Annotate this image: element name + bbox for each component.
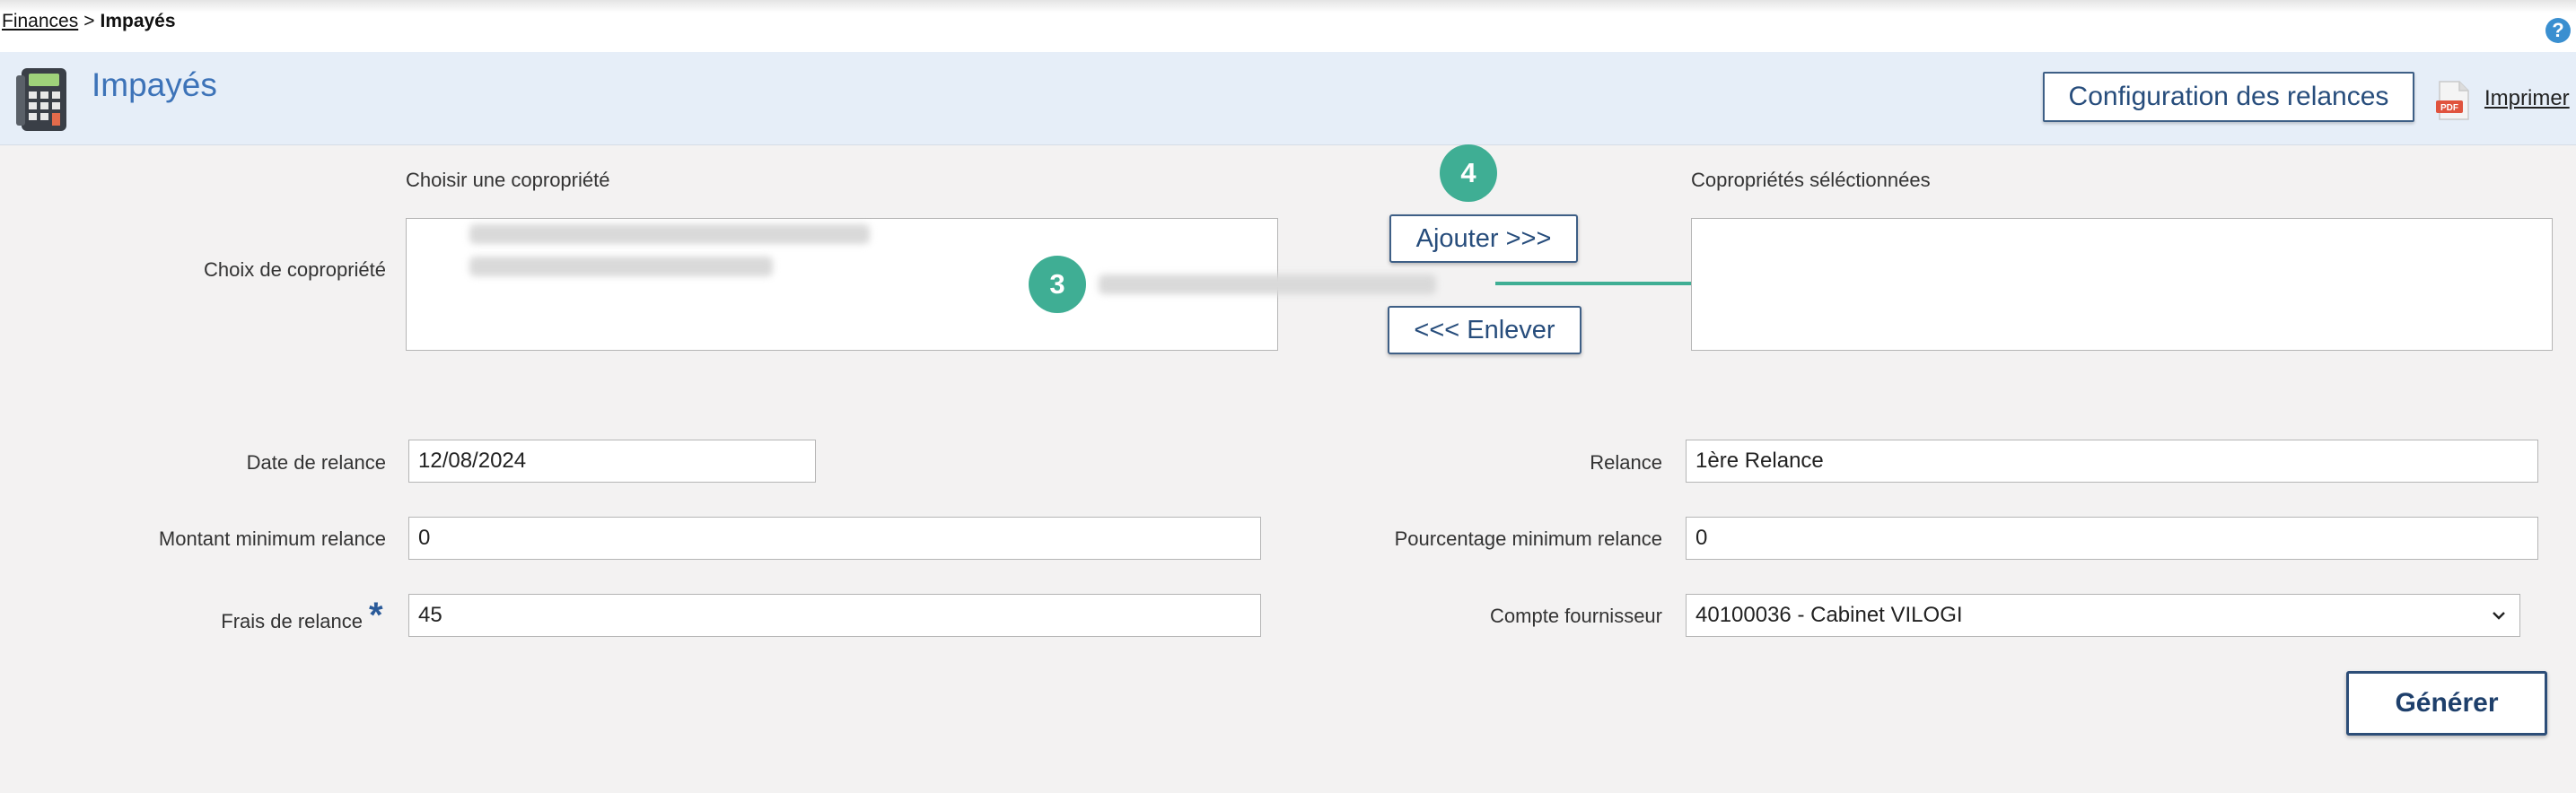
montant-input[interactable]: 0 [408, 517, 1261, 560]
selected-copro-list[interactable] [1691, 218, 2553, 351]
selected-copro-label: Copropriétés séléctionnées [1691, 169, 1931, 191]
breadcrumb-link-finances[interactable]: Finances [2, 11, 78, 31]
copro-choice-label: Choix de copropriété [203, 258, 386, 281]
remove-button[interactable]: <<< Enlever [1388, 306, 1582, 354]
breadcrumb-separator: > [83, 11, 95, 31]
date-label: Date de relance [246, 451, 386, 474]
print-link[interactable]: Imprimer [2484, 86, 2570, 111]
step-4-badge: 4 [1440, 144, 1497, 202]
relance-label: Relance [1590, 451, 1662, 474]
date-input[interactable]: 12/08/2024 [408, 440, 816, 483]
compte-select-value: 40100036 - Cabinet VILOGI [1695, 603, 1963, 627]
step-3-badge: 3 [1029, 256, 1086, 313]
calculator-icon [16, 68, 66, 131]
required-star: * [369, 596, 383, 635]
add-button[interactable]: Ajouter >>> [1389, 214, 1578, 263]
page-title: Impayés [92, 66, 217, 103]
montant-label: Montant minimum relance [158, 527, 386, 550]
frais-input[interactable]: 45 [408, 594, 1261, 637]
generate-button[interactable]: Générer [2346, 671, 2547, 736]
pdf-icon[interactable]: PDF [2436, 81, 2470, 120]
redacted-text [1099, 274, 1436, 294]
compte-select[interactable]: 40100036 - Cabinet VILOGI [1686, 594, 2520, 637]
pourcentage-label: Pourcentage minimum relance [1394, 527, 1662, 550]
list-item[interactable] [469, 224, 870, 244]
breadcrumb-current: Impayés [100, 11, 176, 31]
pourcentage-input[interactable]: 0 [1686, 517, 2538, 560]
pdf-icon-text: PDF [2440, 103, 2458, 113]
chevron-down-icon [2493, 612, 2505, 620]
breadcrumb: Finances > Impayés [2, 11, 176, 32]
list-item[interactable] [469, 257, 773, 276]
choose-copro-label: Choisir une copropriété [406, 169, 610, 191]
config-relances-button[interactable]: Configuration des relances [2043, 72, 2414, 122]
frais-label: Frais de relance [221, 610, 363, 632]
relance-input[interactable]: 1ère Relance [1686, 440, 2538, 483]
help-icon[interactable]: ? [2545, 18, 2571, 43]
top-bar: Finances > Impayés ? [0, 0, 2576, 52]
page-header: Impayés Configuration des relances PDF I… [0, 52, 2576, 145]
compte-label: Compte fournisseur [1490, 605, 1662, 627]
